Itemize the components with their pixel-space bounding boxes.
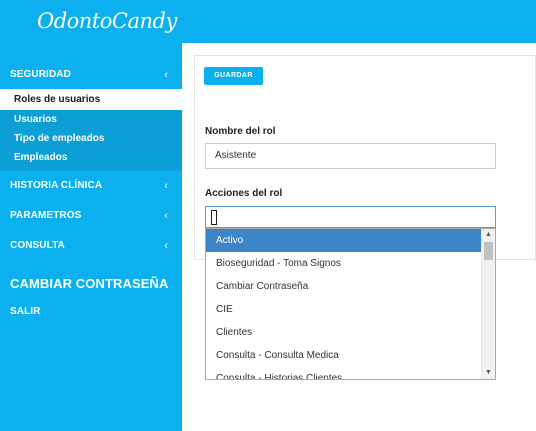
save-button[interactable]: GUARDAR [204,67,263,85]
app-window: OdontoCandy SEGURIDAD ‹ Roles de usuario… [0,0,536,431]
sidebar-item-historia-clinica[interactable]: HISTORIA CLÍNICA ‹ [0,171,182,201]
chevron-left-icon: ‹ [164,69,168,81]
sidebar-item-seguridad[interactable]: SEGURIDAD ‹ [0,60,182,89]
sidebar-item-consulta[interactable]: CONSULTA ‹ [0,231,182,261]
dropdown-scrollbar[interactable]: ▲ ▼ [481,229,495,379]
role-name-input[interactable]: Asistente [205,143,496,169]
scrollbar-thumb[interactable] [484,242,493,260]
dropdown-option-cie[interactable]: CIE [206,298,482,321]
sidebar-item-label: HISTORIA CLÍNICA [10,180,103,191]
sidebar-item-label: SALIR [10,306,41,317]
scroll-down-icon[interactable]: ▼ [482,367,495,379]
dropdown-option-activo[interactable]: Activo [206,229,482,252]
sidebar-item-usuarios[interactable]: Usuarios [0,110,182,129]
role-name-label: Nombre del rol [205,126,276,137]
top-bar [182,0,536,43]
actions-dropdown[interactable]: Activo Bioseguridad - Toma Signos Cambia… [205,228,496,380]
sidebar: OdontoCandy SEGURIDAD ‹ Roles de usuario… [0,0,182,431]
sidebar-item-cambiar-contrasena[interactable]: CAMBIAR CONTRASEÑA [0,267,182,301]
chevron-left-icon: ‹ [164,180,168,192]
sidebar-item-label: PARAMETROS [10,210,82,221]
role-actions-label: Acciones del rol [205,188,283,199]
dropdown-option-consulta-historias[interactable]: Consulta - Historias Clientes [206,367,482,379]
sidebar-item-salir[interactable]: SALIR [0,301,182,327]
chevron-left-icon: ‹ [164,210,168,222]
dropdown-option-clientes[interactable]: Clientes [206,321,482,344]
chevron-left-icon: ‹ [164,240,168,252]
dropdown-option-cambiar-contrasena[interactable]: Cambiar Contraseña [206,275,482,298]
sidebar-item-tipo-de-empleados[interactable]: Tipo de empleados [0,129,182,148]
dropdown-option-consulta-medica[interactable]: Consulta - Consulta Medica [206,344,482,367]
sidebar-item-label: CAMBIAR CONTRASEÑA [10,276,169,291]
dropdown-option-bioseguridad[interactable]: Bioseguridad - Toma Signos [206,252,482,275]
scroll-up-icon[interactable]: ▲ [482,229,495,241]
role-actions-input[interactable] [205,206,496,228]
seguridad-submenu: Roles de usuarios Usuarios Tipo de emple… [0,89,182,171]
sidebar-nav: SEGURIDAD ‹ Roles de usuarios Usuarios T… [0,60,182,327]
sidebar-item-label: SEGURIDAD [10,69,71,80]
sidebar-item-roles-de-usuarios[interactable]: Roles de usuarios [0,89,182,110]
dropdown-options: Activo Bioseguridad - Toma Signos Cambia… [206,229,482,379]
logo-text: OdontoCandy [37,9,177,33]
text-cursor [211,210,217,225]
sidebar-item-parametros[interactable]: PARAMETROS ‹ [0,201,182,231]
sidebar-item-label: CONSULTA [10,240,65,251]
sidebar-item-empleados[interactable]: Empleados [0,148,182,167]
app-logo[interactable]: OdontoCandy [0,0,182,43]
